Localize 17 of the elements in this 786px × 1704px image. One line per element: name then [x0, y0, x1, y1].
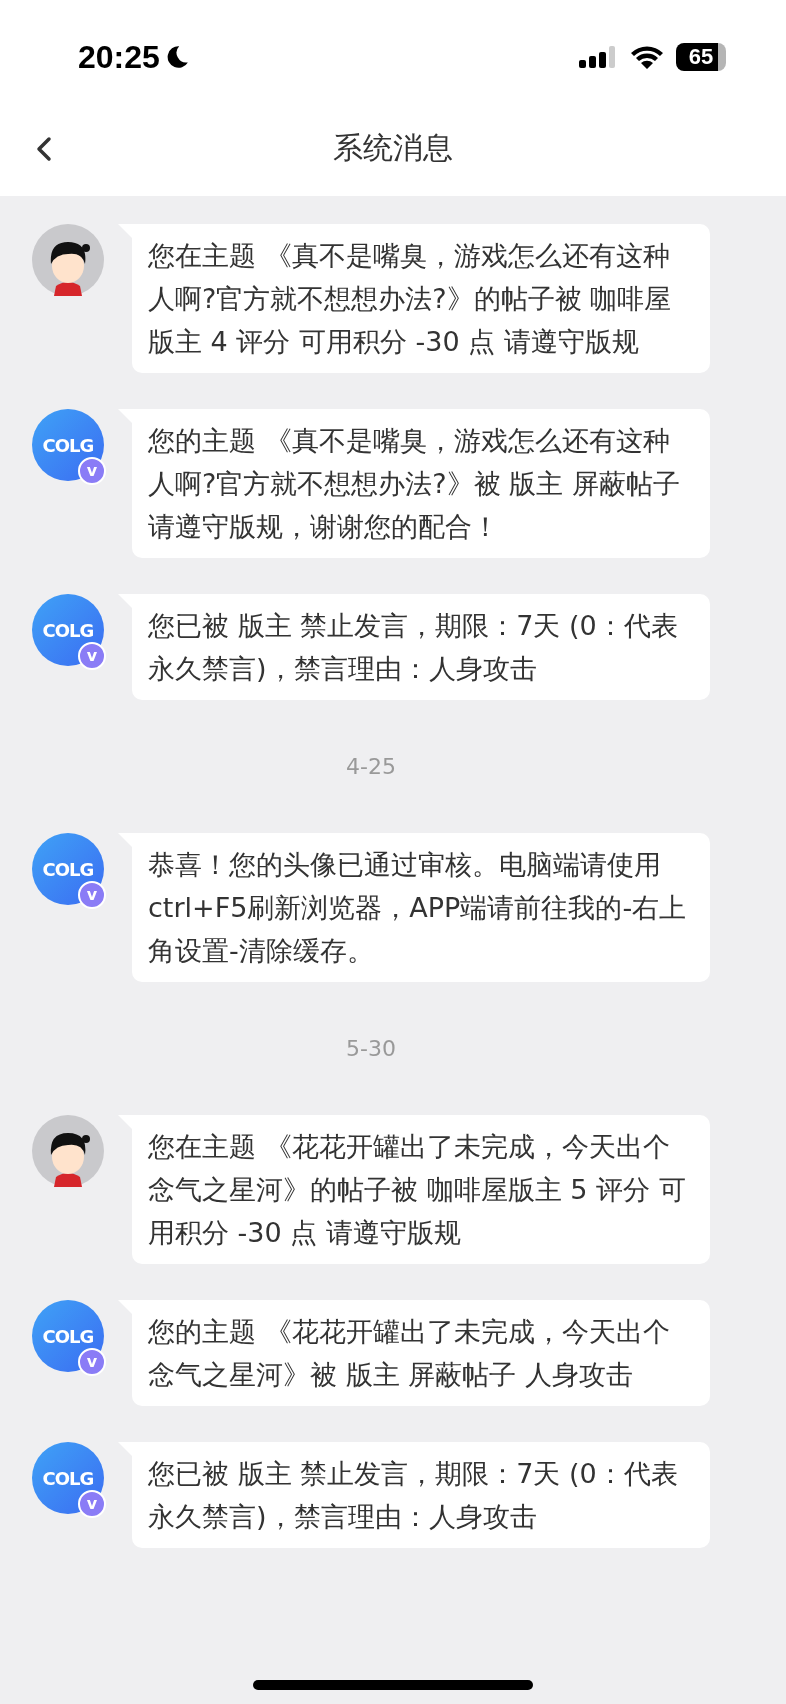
date-separator: 4-25: [346, 754, 396, 779]
back-icon: [34, 134, 54, 164]
wifi-icon: [630, 44, 664, 70]
message-bubble: 您的主题 《真不是嘴臭，游戏怎么还有这种人啊?官方就不想想办法?》被 版主 屏蔽帖子请遵守版规，谢谢您的配合！: [132, 409, 710, 558]
page-title: 系统消息: [333, 128, 453, 167]
date-separator: 5-30: [346, 1036, 396, 1061]
avatar: [32, 1115, 104, 1187]
message-bubble: 您在主题 《花花开罐出了未完成，今天出个念气之星河》的帖子被 咖啡屋版主 5 评分 可用积分 -30 点 请遵守版规: [132, 1115, 710, 1264]
signal-icon: [578, 44, 618, 70]
avatar: [32, 224, 104, 296]
message-bubble: 您已被 版主 禁止发言，期限：7天 (0：代表永久禁言)，禁言理由：人身攻击: [132, 1442, 710, 1548]
message-bubble: 您的主题 《花花开罐出了未完成，今天出个念气之星河》被 版主 屏蔽帖子 人身攻击: [132, 1300, 710, 1406]
battery-indicator: 65: [676, 43, 726, 71]
status-time: 20:25: [78, 38, 160, 76]
message-bubble: 您在主题 《真不是嘴臭，游戏怎么还有这种人啊?官方就不想想办法?》的帖子被 咖啡屋版主 4 评分 可用积分 -30 点 请遵守版规: [132, 224, 710, 373]
message-bubble: 您已被 版主 禁止发言，期限：7天 (0：代表永久禁言)，禁言理由：人身攻击: [132, 594, 710, 700]
message-bubble: 恭喜！您的头像已通过审核。电脑端请使用ctrl+F5刷新浏览器，APP端请前往我的-右上角设置-清除缓存。: [132, 833, 710, 982]
